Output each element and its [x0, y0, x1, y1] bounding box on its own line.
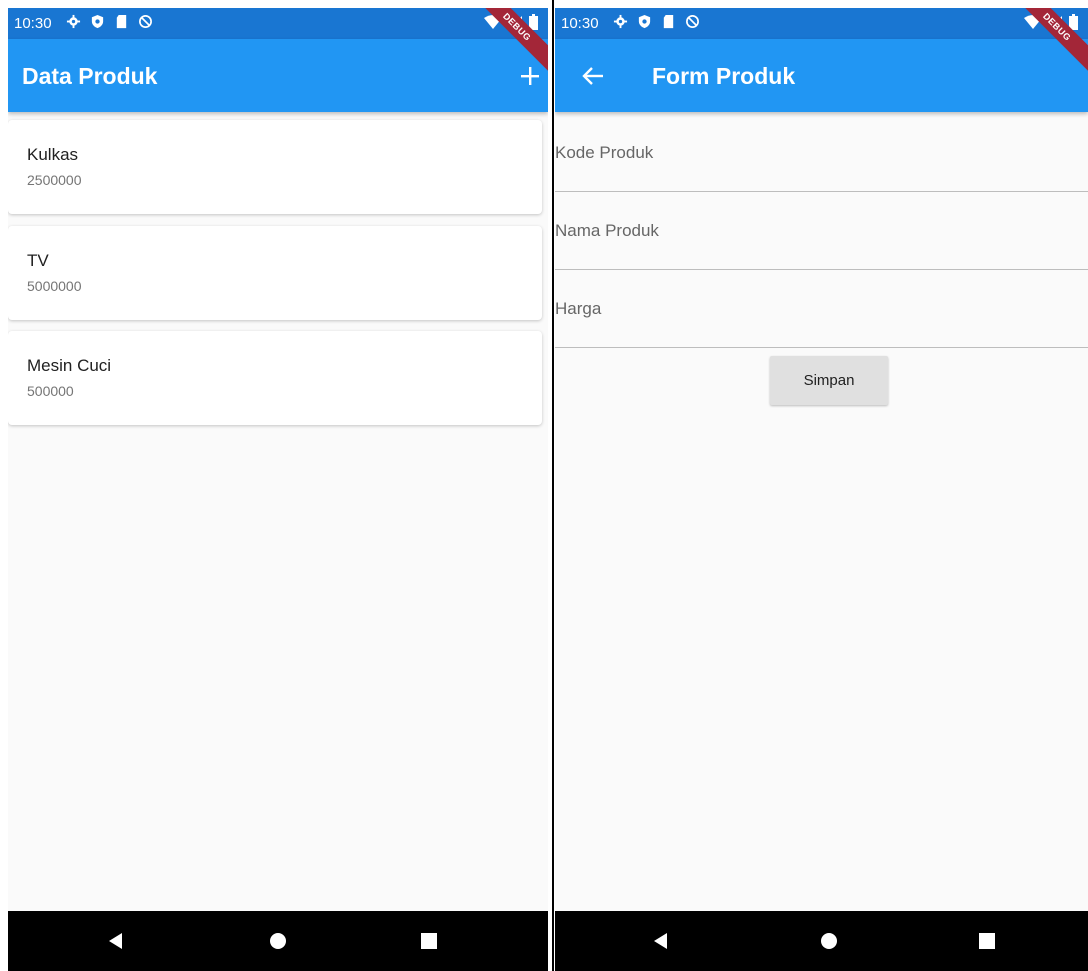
settings-icon: [613, 14, 628, 29]
page-title: Data Produk: [22, 63, 158, 89]
back-button[interactable]: [582, 66, 604, 86]
screen-divider: [548, 0, 555, 971]
recents-square-icon[interactable]: [418, 930, 440, 952]
product-card[interactable]: Kulkas 2500000: [8, 120, 542, 214]
product-price: 2500000: [27, 172, 82, 188]
app-bar: Form Produk: [555, 39, 1088, 112]
settings-icon: [66, 14, 81, 29]
sync-disabled-icon: [686, 15, 699, 28]
sd-card-icon: [663, 14, 674, 29]
app-bar: Data Produk: [8, 39, 548, 112]
product-card[interactable]: Mesin Cuci 500000: [8, 331, 542, 425]
page-title: Form Produk: [652, 63, 796, 89]
harga-input[interactable]: [555, 270, 1088, 347]
status-time: 10:30: [561, 15, 599, 32]
shield-icon: [91, 14, 104, 29]
home-circle-icon[interactable]: [267, 930, 289, 952]
product-name: Mesin Cuci: [27, 356, 112, 375]
kode-produk-field: [555, 114, 1088, 192]
data-produk-screen: 10:30 Data Produk DEBUG Kulkas 2500000 T…: [8, 8, 548, 971]
sd-card-icon: [116, 14, 127, 29]
add-button[interactable]: [520, 66, 540, 86]
simpan-button[interactable]: Simpan: [770, 356, 888, 405]
nama-produk-field: [555, 192, 1088, 270]
kode-produk-input[interactable]: [555, 114, 1088, 191]
sync-disabled-icon: [139, 15, 152, 28]
system-nav-bar: [8, 911, 548, 971]
product-card[interactable]: TV 5000000: [8, 226, 542, 320]
product-name: Kulkas: [27, 145, 79, 164]
status-time: 10:30: [14, 15, 52, 32]
product-price: 5000000: [27, 278, 82, 294]
back-triangle-icon[interactable]: [651, 930, 673, 952]
product-price: 500000: [27, 383, 74, 399]
form-produk-screen: 10:30 Form Produk DEBUG Simpan: [555, 8, 1088, 971]
home-circle-icon[interactable]: [818, 930, 840, 952]
status-bar: 10:30: [555, 8, 1088, 39]
status-bar: 10:30: [8, 8, 548, 39]
back-triangle-icon[interactable]: [106, 930, 128, 952]
system-nav-bar: [555, 911, 1088, 971]
product-name: TV: [27, 251, 49, 270]
recents-square-icon[interactable]: [976, 930, 998, 952]
shield-icon: [638, 14, 651, 29]
harga-field: [555, 270, 1088, 348]
nama-produk-input[interactable]: [555, 192, 1088, 269]
